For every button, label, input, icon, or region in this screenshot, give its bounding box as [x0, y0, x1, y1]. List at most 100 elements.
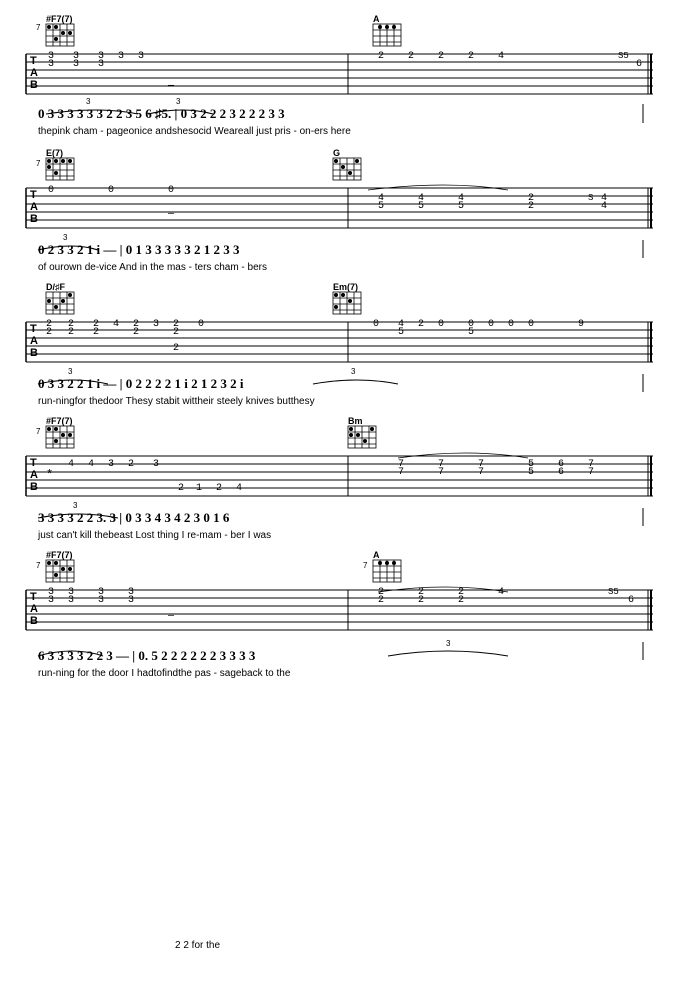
tab-num: 7 — [588, 467, 594, 478]
tab-num: 3 — [48, 59, 54, 70]
tab-num: 2 — [418, 595, 424, 606]
tab-num: 4 — [498, 51, 504, 62]
triplet-marker: 3 — [446, 639, 451, 648]
tab-num: 5 — [458, 201, 464, 212]
tab-label-a1: A — [30, 67, 38, 79]
tab-num: 3 — [68, 595, 74, 606]
tab-num: 2 — [468, 51, 474, 62]
triplet-marker: 3 — [176, 97, 181, 106]
tab-num: 0 — [508, 319, 514, 330]
tab-num: 3 — [108, 459, 114, 470]
tab-num: 6 — [558, 467, 564, 478]
chord-label-1b: A — [373, 14, 380, 24]
tab-label-b3: B — [30, 347, 38, 359]
tab-num: 3 — [73, 59, 79, 70]
bottom-text: 2 2 for the — [175, 940, 220, 951]
notes-1: 0 3 3 3 3 3 3 2 2 3 5 6 ♯5. | 0 3 2 2 2 … — [38, 106, 285, 121]
tab-num: 0 — [108, 185, 114, 196]
chord-label-1a: #F7(7) — [46, 14, 73, 24]
tab-num: 2 — [418, 319, 424, 330]
tab-num: 3 — [98, 595, 104, 606]
tab-num: 2 — [408, 51, 414, 62]
tab-label-t3: T — [30, 323, 37, 335]
tab-num: 5 — [418, 201, 424, 212]
tab-num: — — [167, 209, 175, 220]
chord-pos-4a: 7 — [36, 427, 41, 436]
tab-num: 0 — [528, 319, 534, 330]
tab-num: 2 — [178, 483, 184, 494]
tab-num: 3 — [118, 51, 124, 62]
tab-label-b4: B — [30, 481, 38, 493]
tab-num: — — [167, 611, 175, 622]
tab-num: 9 — [578, 319, 584, 330]
tab-num: 2 — [378, 51, 384, 62]
chord-pos-5b: 7 — [363, 561, 368, 570]
tab-num: 3 — [48, 595, 54, 606]
lyrics-3: run-ningfor thedoor Thesy stabit witthei… — [38, 396, 315, 407]
tab-num: 0 — [48, 185, 54, 196]
tab-num: 7 — [398, 467, 404, 478]
tab-num: 3 — [138, 51, 144, 62]
tab-label-t5: T — [30, 591, 37, 603]
chord-pos-5a: 7 — [36, 561, 41, 570]
tab-label-a2: A — [30, 201, 38, 213]
tab-num: 6 — [636, 59, 642, 70]
tab-num: 5 — [378, 201, 384, 212]
tab-num: 2 — [173, 327, 179, 338]
notes-4: 3 3 3 3 2 2 3. 3 | 0 3 3 4 3 4 2 3 0 1 6 — [38, 510, 230, 525]
chord-label-5a: #F7(7) — [46, 550, 73, 560]
tab-num: * — [46, 468, 53, 482]
tab-num: S5 — [608, 587, 619, 597]
triplet-marker: 3 — [73, 501, 78, 510]
notes-2: 0 2 3 3 2 1 i — | 0 1 3 3 3 3 3 2 1 2 3 … — [38, 242, 240, 257]
chord-label-2a: E(7) — [46, 148, 63, 158]
tab-num: 0 — [198, 319, 204, 330]
tab-label-a4: A — [30, 469, 38, 481]
tab-num: 2 — [458, 595, 464, 606]
full-score: #F7(7) 7 A — [18, 8, 658, 973]
tab-num: 7 — [478, 467, 484, 478]
lyrics-1: thepink cham - pageonice andshesocid Wea… — [38, 126, 351, 137]
chord-label-2b: G — [333, 148, 340, 158]
tab-num: 0 — [438, 319, 444, 330]
triplet-marker: 3 — [86, 97, 91, 106]
tab-num: 4 — [113, 319, 119, 330]
tab-num: 0 — [488, 319, 494, 330]
notes-3: 0 3 3 2 2 1 i — | 0 2 2 2 2 1 i 2 1 2 3 … — [38, 376, 244, 391]
triplet-marker: 3 — [63, 233, 68, 242]
triplet-marker: 3 — [351, 367, 356, 376]
tab-num: 2 — [128, 459, 134, 470]
tab-num: 2 — [46, 327, 52, 338]
tab-num: 4 — [498, 587, 504, 598]
tab-num: 2 — [133, 327, 139, 338]
tab-num: 7 — [438, 467, 444, 478]
tab-num: 1 — [196, 483, 202, 494]
tab-num: — — [167, 81, 175, 92]
chord-label-5b: A — [373, 550, 380, 560]
tab-num: 5 — [528, 467, 534, 478]
notes-5: 6 3 3 3 3 2 2 3 — | 0. 5 2 2 2 2 2 2 3 3… — [38, 648, 256, 663]
lyrics-2: of ourown de-vice And in the mas - ters … — [38, 262, 267, 273]
page: #F7(7) 7 A — [0, 0, 676, 981]
tab-num: 2 — [438, 51, 444, 62]
tab-num: 4 — [68, 459, 74, 470]
lyrics-5: run-ning for the door I hadtofindthe pas… — [38, 668, 291, 679]
tab-label-b2: B — [30, 213, 38, 225]
tab-label-t1: T — [30, 55, 37, 67]
tab-num: 2 — [216, 483, 222, 494]
tab-num: 2 — [378, 595, 384, 606]
tab-num: 2 — [173, 343, 179, 354]
tab-label-t4: T — [30, 457, 37, 469]
chord-label-3a: D/♯F — [46, 282, 66, 292]
chord-pos-2a: 7 — [36, 159, 41, 168]
tab-num: 3 — [98, 59, 104, 70]
tab-num: 6 — [628, 595, 634, 606]
tab-num: 4 — [236, 483, 242, 494]
lyrics-4: just can't kill thebeast Lost thing I re… — [37, 530, 271, 541]
tab-num: 2 — [68, 327, 74, 338]
tab-label-b5: B — [30, 615, 38, 627]
chord-label-4b: Bm — [348, 416, 363, 426]
chord-pos-1a: 7 — [36, 23, 41, 32]
tab-label-a3: A — [30, 335, 38, 347]
chord-label-3b: Em(7) — [333, 282, 358, 292]
